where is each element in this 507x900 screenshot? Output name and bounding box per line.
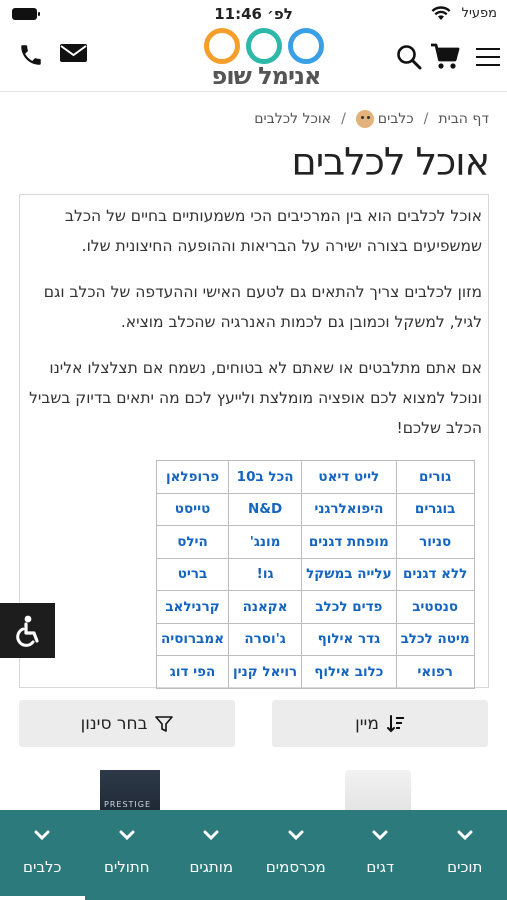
category-links-row: גורים לייט דיאט הכל ב10 פרופלאן (155, 460, 475, 494)
category-links-row: מיטה לכלב גדר אילוף ג'וסרה אמברוסיה (155, 622, 475, 656)
description-paragraph: אוכל לכלבים הוא בין המרכיבים הכי משמעותי… (65, 207, 482, 255)
category-link[interactable]: בוגרים (395, 492, 475, 526)
breadcrumb-dogs-label: כלבים (377, 111, 414, 127)
bottom-nav-item[interactable]: מותגים (169, 810, 254, 900)
breadcrumb-separator: / (423, 111, 429, 127)
chevron-down-icon (372, 830, 388, 840)
category-link[interactable]: מופחת דגנים (301, 525, 397, 559)
mail-icon[interactable] (60, 42, 87, 64)
category-links-row: בוגרים היפואלרגני N&D טייסט (155, 492, 475, 526)
page-title: אוכל לכלבים (291, 140, 490, 184)
bottom-nav-label: חתולים (103, 858, 150, 876)
logo-ear-orange (204, 28, 240, 64)
filter-label: בחר סינון (80, 713, 148, 734)
wifi-icon (431, 6, 451, 20)
category-link[interactable]: הכל ב10 (228, 460, 303, 494)
category-link[interactable]: פרופלאן (155, 460, 230, 494)
bottom-category-nav: תוכים דגים מכרסמים מותגים חתולים כלבים (0, 810, 507, 900)
category-link[interactable]: רויאל קנין (228, 655, 303, 689)
category-description: אוכל לכלבים הוא בין המרכיבים הכי משמעותי… (16, 194, 489, 689)
category-link[interactable]: מיטה לכלב (395, 622, 475, 656)
accessibility-icon (15, 615, 39, 647)
category-link[interactable]: גו! (228, 557, 303, 591)
sort-button[interactable]: מיין (272, 700, 488, 747)
bottom-nav-item[interactable]: תוכים (423, 810, 507, 900)
category-link[interactable]: כלוב אילוף (301, 655, 397, 689)
cart-icon[interactable] (430, 42, 460, 70)
chevron-down-icon (119, 830, 135, 840)
phone-icon[interactable] (18, 42, 44, 68)
bottom-nav-item[interactable]: דגים (338, 810, 423, 900)
bottom-nav-label: מותגים (189, 858, 234, 876)
category-link[interactable]: טייסט (155, 492, 230, 526)
status-bar: 11:46 לפ׳ מפעיל (0, 0, 507, 28)
product-image[interactable] (345, 770, 411, 815)
active-tab-indicator (0, 896, 85, 900)
chevron-down-icon (457, 830, 473, 840)
dog-icon (355, 110, 374, 128)
category-link[interactable]: הפי דוג (155, 655, 230, 689)
sort-icon (386, 714, 404, 732)
filter-button[interactable]: בחר סינון (19, 700, 235, 747)
category-link[interactable]: סנסטיב (395, 590, 475, 624)
product-brand-label: PRESTIGE (104, 800, 152, 809)
category-link[interactable]: בריט (155, 557, 230, 591)
category-links-row: רפואי כלוב אילוף רויאל קנין הפי דוג (155, 655, 475, 689)
menu-icon[interactable] (476, 48, 500, 66)
chevron-down-icon (288, 830, 304, 840)
breadcrumb-separator: / (341, 111, 346, 127)
chevron-down-icon (203, 830, 219, 840)
category-link[interactable]: ללא דגנים (395, 557, 475, 591)
logo-ear-blue (288, 28, 324, 64)
logo-text: אנימל שופ (211, 62, 322, 90)
site-logo[interactable]: אנימל שופ (196, 28, 336, 90)
filter-icon (155, 715, 174, 732)
breadcrumb: דף הבית / כלבים / אוכל לכלבים (254, 110, 489, 128)
category-link[interactable]: אקאנה (228, 590, 303, 624)
category-link[interactable]: עלייה במשקל (301, 557, 397, 591)
bottom-nav-label: כלבים (23, 858, 62, 876)
category-link[interactable]: מונג' (228, 525, 303, 559)
bottom-nav-label: תוכים (447, 858, 483, 876)
category-link[interactable]: גורים (395, 460, 475, 494)
category-links-row: סניור מופחת דגנים מונג' הילס (155, 525, 475, 559)
accessibility-button[interactable] (0, 603, 55, 658)
bottom-nav-item[interactable]: כלבים (0, 810, 85, 900)
product-image[interactable]: PRESTIGE (100, 770, 160, 815)
category-links-row: ללא דגנים עלייה במשקל גו! בריט (155, 557, 475, 591)
category-link[interactable]: N&D (228, 492, 303, 526)
breadcrumb-home[interactable]: דף הבית (438, 111, 489, 127)
category-link[interactable]: הילס (155, 525, 230, 559)
breadcrumb-current: אוכל לכלבים (254, 111, 332, 127)
bottom-nav-item[interactable]: מכרסמים (254, 810, 339, 900)
category-link[interactable]: רפואי (395, 655, 475, 689)
carrier-label: מפעיל (461, 6, 497, 21)
category-link[interactable]: קרנילאב (155, 590, 230, 624)
category-link[interactable]: ג'וסרה (228, 622, 303, 656)
bottom-nav-item[interactable]: חתולים (85, 810, 170, 900)
category-link[interactable]: סניור (395, 525, 475, 559)
category-link[interactable]: אמברוסיה (155, 622, 230, 656)
sort-label: מיין (355, 713, 379, 734)
description-text: אוכל לכלבים הוא בין המרכיבים הכי משמעותי… (16, 201, 482, 459)
description-paragraph: אם אתם מתלבטים או שאתם לא בטוחים, נשמח א… (29, 359, 482, 437)
category-links-row: סנסטיב פדים לכלב אקאנה קרנילאב (155, 590, 475, 624)
category-link[interactable]: גדר אילוף (301, 622, 397, 656)
category-link[interactable]: לייט דיאט (301, 460, 397, 494)
category-link[interactable]: היפואלרגני (301, 492, 397, 526)
bottom-nav-label: מכרסמים (265, 858, 326, 876)
header-divider (0, 91, 507, 92)
bottom-nav-label: דגים (366, 858, 395, 876)
category-link[interactable]: פדים לכלב (301, 590, 397, 624)
breadcrumb-dogs[interactable]: כלבים (355, 110, 414, 128)
chevron-down-icon (34, 830, 50, 840)
site-header: אנימל שופ (0, 28, 507, 90)
search-icon[interactable] (396, 44, 422, 70)
description-paragraph: מזון לכלבים צריך להתאים גם לטעם האישי וה… (43, 283, 482, 331)
logo-ear-teal (246, 28, 282, 64)
category-links-table: גורים לייט דיאט הכל ב10 פרופלאן בוגרים היפואל… (155, 460, 475, 689)
